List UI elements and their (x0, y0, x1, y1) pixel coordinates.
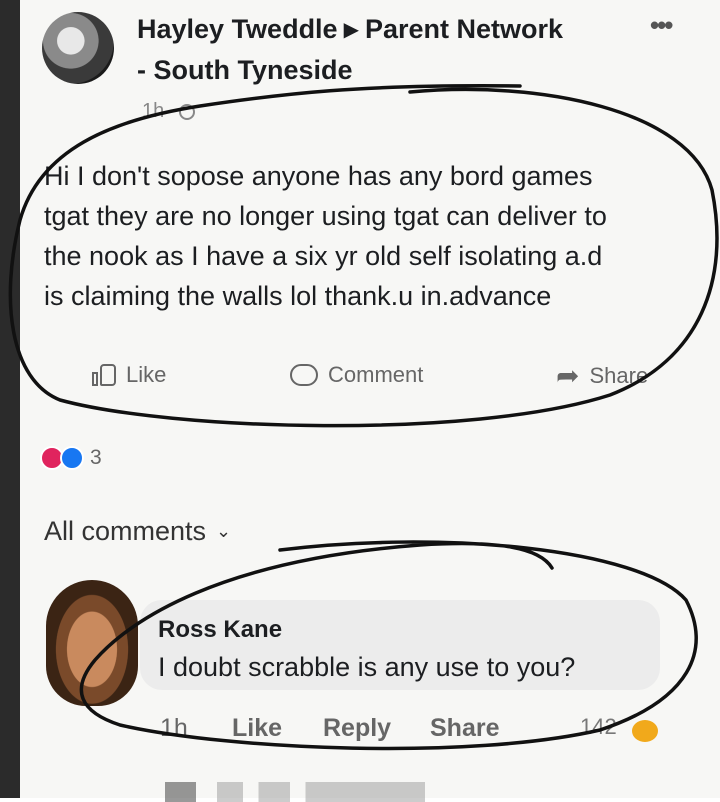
comment-button[interactable]: Comment (290, 362, 423, 388)
comment-time[interactable]: 1h (160, 714, 188, 743)
group-name[interactable]: Parent Network (365, 14, 563, 44)
commenter-avatar[interactable] (46, 580, 138, 706)
post-header: Hayley Tweddle ▶ Parent Network (137, 14, 563, 45)
reaction-count: 3 (90, 446, 102, 469)
like-button[interactable]: Like (92, 362, 166, 388)
share-label: Share (589, 363, 649, 388)
globe-icon (178, 103, 195, 120)
like-reaction-icon (60, 446, 84, 470)
author-name[interactable]: Hayley Tweddle (137, 14, 338, 44)
post-time[interactable]: 1h (142, 100, 164, 123)
thumbs-up-icon (92, 362, 116, 388)
post-text: Hi I don't sopose anyone has any bord ga… (44, 161, 607, 311)
next-comment-partial (165, 782, 425, 802)
chevron-down-icon: ⌄ (216, 521, 232, 541)
group-name-continued[interactable]: - South Tyneside (137, 55, 353, 86)
share-arrow-icon: ➦ (556, 360, 580, 391)
comments-filter-dropdown[interactable]: All comments ⌄ (44, 516, 231, 547)
comment-bubble-icon (290, 364, 318, 386)
post-meta: 1h · (142, 100, 195, 123)
reaction-summary[interactable]: 3 (40, 446, 102, 470)
comment-text: I doubt scrabble is any use to you? (158, 652, 576, 682)
dot-separator: · (168, 100, 175, 122)
caret-right-icon: ▶ (343, 19, 359, 41)
like-label: Like (126, 362, 167, 387)
comment-share-button[interactable]: Share (430, 714, 499, 743)
share-button[interactable]: ➦ Share (556, 362, 648, 390)
left-edge-shadow (0, 0, 20, 798)
more-horizontal-icon[interactable]: ••• (650, 10, 673, 41)
comment-reaction-count[interactable]: 142 (580, 714, 617, 740)
laugh-reaction-icon (632, 720, 658, 742)
comments-filter-label: All comments (44, 516, 207, 546)
comment-reply-button[interactable]: Reply (323, 714, 391, 743)
comment-author[interactable]: Ross Kane (158, 616, 282, 644)
comment-label: Comment (328, 362, 424, 387)
comment-like-button[interactable]: Like (232, 714, 282, 743)
avatar[interactable] (42, 12, 114, 84)
